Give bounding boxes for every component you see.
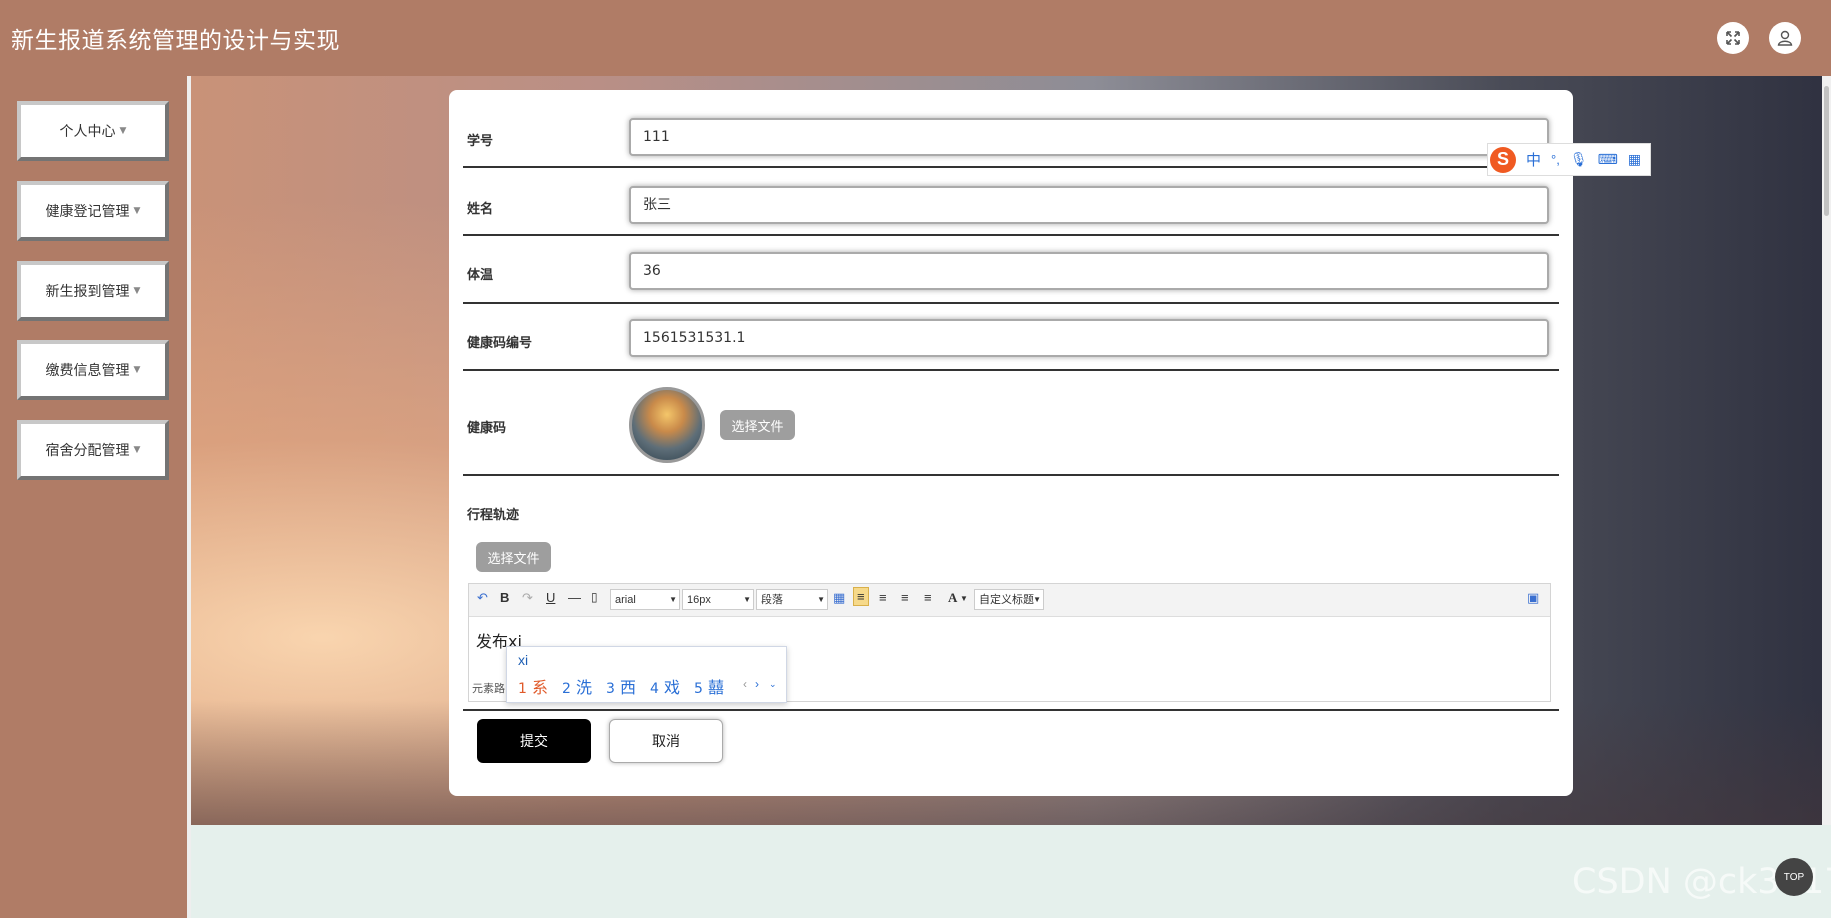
scrollbar-thumb[interactable] bbox=[1824, 86, 1829, 216]
align-center-icon[interactable]: ≡ bbox=[901, 590, 909, 605]
student-id-label: 学号 bbox=[467, 134, 494, 149]
font-family-select[interactable]: arial ▼ bbox=[610, 589, 680, 610]
form-row-student-id: 学号 111 bbox=[463, 100, 1559, 168]
fullscreen-button[interactable] bbox=[1717, 22, 1749, 54]
align-left-icon[interactable]: ≡ bbox=[853, 587, 869, 606]
document-icon[interactable]: ▯ bbox=[591, 590, 598, 604]
keyboard-icon[interactable]: ⌨ bbox=[1598, 151, 1618, 168]
ime-punct-toggle[interactable]: °, bbox=[1551, 152, 1560, 167]
name-input[interactable]: 张三 bbox=[629, 186, 1549, 224]
ime-composition: xi bbox=[518, 652, 529, 668]
bold-icon[interactable]: B bbox=[500, 590, 509, 605]
ime-candidate-1[interactable]: 1 系 bbox=[518, 674, 548, 698]
sidebar-item-health-registration[interactable]: 健康登记管理 ▼ bbox=[17, 181, 169, 241]
sidebar-item-label: 个人中心 bbox=[59, 124, 116, 140]
font-family-value: arial bbox=[615, 594, 636, 606]
paragraph-select[interactable]: 段落 ▼ bbox=[756, 589, 828, 610]
health-code-no-label: 健康码编号 bbox=[467, 336, 533, 351]
caret-down-icon: ▼ bbox=[119, 126, 127, 136]
caret-down-icon: ▼ bbox=[817, 595, 825, 604]
ime-candidate-5[interactable]: 5 囍 bbox=[694, 674, 724, 698]
ime-status-bar: S 中 °, 🎙 ⌨ ▦ bbox=[1487, 143, 1651, 176]
form-row-temperature: 体温 36 bbox=[463, 236, 1559, 304]
name-label: 姓名 bbox=[467, 202, 494, 217]
sidebar-item-label: 新生报到管理 bbox=[45, 284, 130, 300]
sidebar-item-label: 健康登记管理 bbox=[45, 204, 130, 220]
ime-next-icon[interactable]: › bbox=[755, 677, 759, 691]
caret-down-icon: ▼ bbox=[1033, 595, 1041, 604]
custom-title-select[interactable]: 自定义标题 ▼ bbox=[974, 589, 1044, 610]
health-code-image bbox=[629, 387, 705, 463]
health-code-file-button[interactable]: 选择文件 bbox=[720, 410, 795, 440]
caret-down-icon: ▼ bbox=[133, 286, 141, 296]
caret-down-icon: ▼ bbox=[669, 595, 677, 604]
sidebar-item-enrollment[interactable]: 新生报到管理 ▼ bbox=[17, 261, 169, 321]
submit-button[interactable]: 提交 bbox=[477, 719, 591, 763]
caret-down-icon: ▼ bbox=[133, 206, 141, 216]
caret-down-icon[interactable]: ▼ bbox=[960, 594, 968, 603]
health-code-no-input[interactable]: 1561531531.1 bbox=[629, 319, 1549, 357]
page-scrollbar[interactable] bbox=[1822, 76, 1831, 825]
sidebar-item-payment[interactable]: 缴费信息管理 ▼ bbox=[17, 340, 169, 400]
paragraph-value: 段落 bbox=[761, 594, 783, 606]
element-path: 元素路 bbox=[472, 682, 505, 695]
itinerary-label: 行程轨迹 bbox=[467, 508, 520, 523]
underline-icon[interactable]: U bbox=[546, 590, 555, 605]
user-icon bbox=[1777, 30, 1793, 46]
preview-icon[interactable]: ▣ bbox=[1527, 590, 1539, 606]
ime-mode-toggle[interactable]: 中 bbox=[1526, 149, 1541, 170]
ime-candidate-window: xi 1 系 2 洗 3 西 4 戏 5 囍 ‹ › ⌄ bbox=[506, 646, 787, 703]
temperature-input[interactable]: 36 bbox=[629, 252, 1549, 290]
back-to-top-button[interactable]: TOP bbox=[1775, 858, 1813, 896]
grid-menu-icon[interactable]: ▦ bbox=[1628, 151, 1641, 168]
student-id-input[interactable]: 111 bbox=[629, 118, 1549, 156]
sidebar-item-label: 宿舍分配管理 bbox=[45, 443, 130, 459]
sidebar-item-label: 缴费信息管理 bbox=[45, 363, 130, 379]
ime-candidate-3[interactable]: 3 西 bbox=[606, 674, 636, 698]
app-title: 新生报道系统管理的设计与实现 bbox=[11, 28, 340, 54]
form-row-health-code-no: 健康码编号 1561531531.1 bbox=[463, 303, 1559, 371]
form-divider bbox=[463, 709, 1559, 711]
font-color-icon[interactable]: A bbox=[948, 590, 957, 606]
cancel-button[interactable]: 取消 bbox=[609, 719, 723, 763]
fullscreen-icon bbox=[1726, 31, 1740, 45]
user-menu-button[interactable] bbox=[1769, 22, 1801, 54]
editor-toolbar: ↶ B ↷ U — ▯ arial ▼ 16px ▼ 段落 ▼ ▦ ≡ ≡ ≡ … bbox=[469, 584, 1550, 617]
horizontal-rule-icon[interactable]: — bbox=[568, 590, 581, 605]
custom-title-value: 自定义标题 bbox=[979, 594, 1034, 606]
temperature-label: 体温 bbox=[467, 268, 494, 283]
top-bar: 新生报道系统管理的设计与实现 bbox=[0, 0, 1831, 76]
font-size-select[interactable]: 16px ▼ bbox=[682, 589, 754, 610]
align-justify-icon[interactable]: ≡ bbox=[924, 590, 932, 605]
form-row-name: 姓名 张三 bbox=[463, 168, 1559, 236]
ime-prev-icon[interactable]: ‹ bbox=[743, 677, 747, 691]
align-right-icon[interactable]: ≡ bbox=[879, 590, 887, 605]
caret-down-icon: ▼ bbox=[133, 365, 141, 375]
microphone-icon[interactable]: 🎙 bbox=[1570, 151, 1588, 168]
sidebar-item-personal-center[interactable]: 个人中心 ▼ bbox=[17, 101, 169, 161]
sogou-logo-icon[interactable]: S bbox=[1490, 146, 1516, 173]
font-size-value: 16px bbox=[687, 594, 711, 606]
health-code-label: 健康码 bbox=[467, 421, 507, 436]
caret-down-icon: ▼ bbox=[743, 595, 751, 604]
undo-icon[interactable]: ↶ bbox=[477, 590, 488, 606]
ime-candidate-2[interactable]: 2 洗 bbox=[562, 674, 592, 698]
ime-expand-icon[interactable]: ⌄ bbox=[769, 679, 777, 690]
sidebar-item-dormitory[interactable]: 宿舍分配管理 ▼ bbox=[17, 420, 169, 480]
form-row-health-code: 健康码 bbox=[463, 370, 1559, 476]
ime-candidate-4[interactable]: 4 戏 bbox=[650, 674, 680, 698]
itinerary-file-button[interactable]: 选择文件 bbox=[476, 542, 551, 572]
caret-down-icon: ▼ bbox=[133, 445, 141, 455]
table-icon[interactable]: ▦ bbox=[833, 590, 845, 606]
sidebar: 个人中心 ▼ 健康登记管理 ▼ 新生报到管理 ▼ 缴费信息管理 ▼ 宿舍分配管理 ▼ bbox=[0, 76, 191, 918]
redo-icon[interactable]: ↷ bbox=[522, 590, 533, 606]
